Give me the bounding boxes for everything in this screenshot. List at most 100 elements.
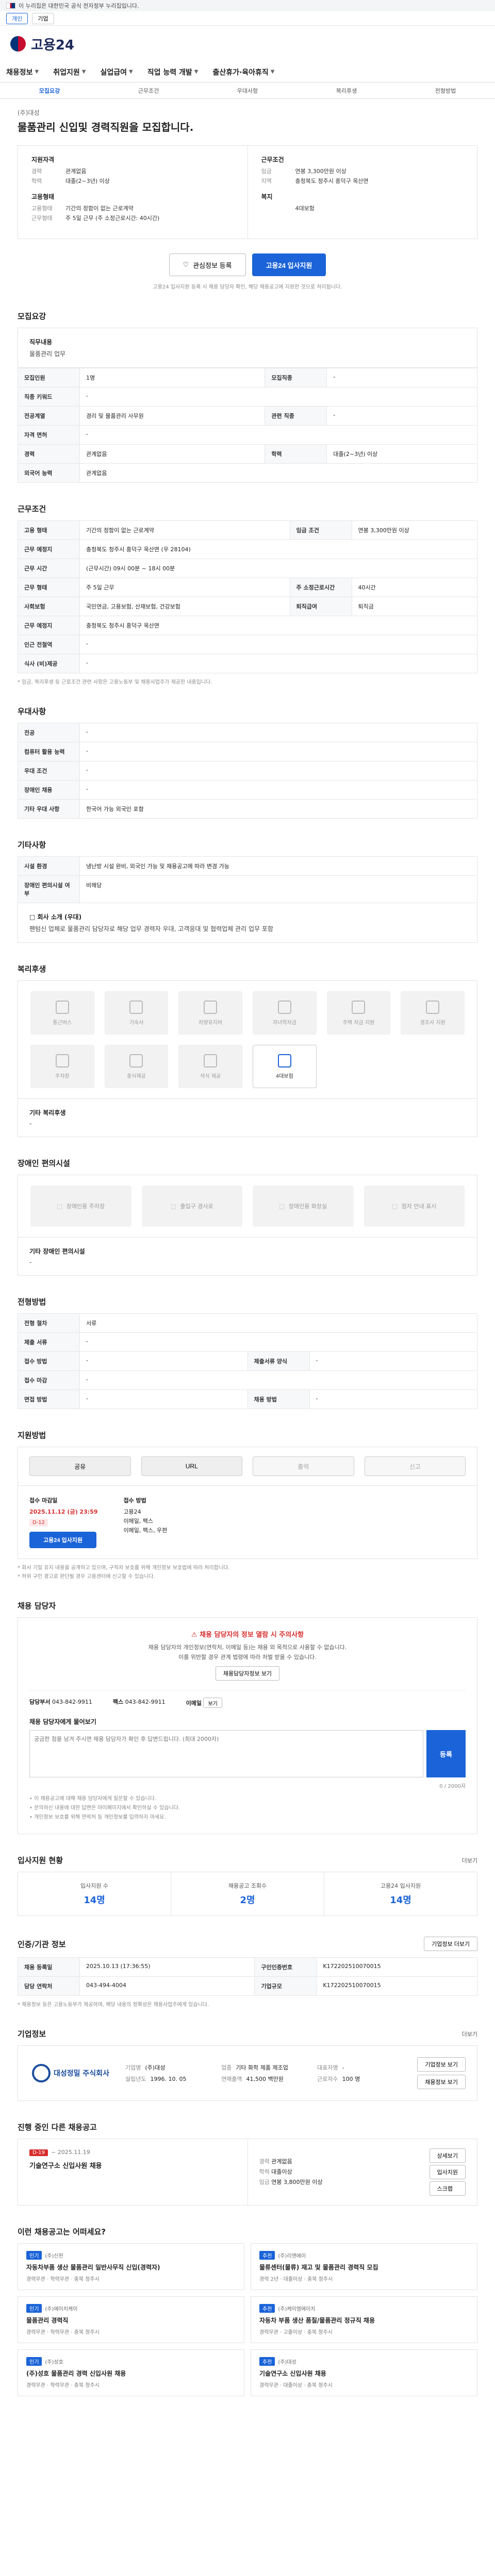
tab-pref[interactable]: 우대사항 — [237, 87, 258, 95]
view-contact-button[interactable]: 채용담당자정보 보기 — [215, 1666, 280, 1681]
company-row: 기업명 (주)대성 — [125, 2063, 212, 2072]
recruit-table: 모집인원 1명 모집직종 - 직종 키워드 - 전공계열 경리 및 물품관리 사무원 관련 … — [18, 368, 477, 483]
table-row: 장애인 편의시설 여부 비해당 — [18, 875, 477, 903]
ongoing-job-title[interactable]: 기술연구소 신입사원 채용 — [29, 2160, 236, 2170]
report-button[interactable]: 신고 — [364, 1456, 466, 1476]
tab-recruit[interactable]: 모집요강 — [39, 87, 60, 95]
company-row: 연매출액 41,500 백만원 — [221, 2075, 308, 2083]
ongoing-value: 대졸이상 — [271, 2168, 292, 2176]
reco-card[interactable]: 인기 (주)성호 (주)성호 물품관리 경력 신입사원 채용 경력무관 · 학력무관 … — [18, 2349, 244, 2396]
company-desc-box: □ 회사 소개 (우대) 팬텀신 업체로 물품관리 담당자로 해당 업무 경력자… — [18, 903, 477, 943]
scrap-label: 관심정보 등록 — [193, 261, 232, 269]
stat-number: 2명 — [240, 1895, 255, 1906]
table-row: 컴퓨터 활용 능력 - — [18, 742, 477, 761]
summary-value: 기간의 정함이 없는 근로계약 — [65, 205, 134, 212]
warning-icon: ⚠ — [191, 1631, 200, 1639]
reco-card[interactable]: 인기 (주)에이치케이 물품관리 경력직 경력무관 · 학력무관 · 충북 청주시 — [18, 2296, 244, 2343]
summary-row: 4대보험 — [261, 204, 464, 212]
table-value: - — [309, 1351, 477, 1371]
table-value: - — [326, 406, 477, 426]
footer-space — [18, 2396, 477, 2427]
main-nav: 채용정보 ▼ 취업지원 ▼ 실업급여 ▼ 직업 능력 개발 ▼ 출산휴가·육아휴직 ▼ — [0, 62, 495, 82]
stats-more-link[interactable]: 더보기 — [462, 1856, 477, 1865]
job-summary: 지원자격 경력 관계없음 학력 대졸(2~3년) 이상 고용형태 고용형태 기간의 정… — [18, 145, 477, 239]
summary-title: 고용형태 — [31, 193, 55, 200]
ongoing-scrap-button[interactable]: 스크랩 — [429, 2181, 466, 2196]
ongoing-detail-button[interactable]: 상세보기 — [429, 2148, 466, 2163]
table-key: 채용 등록일 — [18, 1957, 80, 1977]
company-value: 41,500 백만원 — [246, 2076, 284, 2082]
table-value: 비해당 — [79, 875, 477, 903]
table-key: 사회보험 — [18, 597, 80, 616]
reco-card[interactable]: 인기 (주)신한 자동차부품 생산 물품관리 일반사무직 신입(경력자) 경력무관 ·… — [18, 2243, 244, 2290]
view-email-button[interactable]: 보기 — [203, 1698, 222, 1708]
tab-welfare[interactable]: 복리후생 — [336, 87, 357, 95]
apply-button-2[interactable]: 고용24 입사지원 — [29, 1532, 97, 1548]
taegeuk-logo-icon[interactable] — [10, 36, 26, 52]
brand-header: 고용24 — [0, 26, 495, 62]
ask-submit-button[interactable]: 등록 — [426, 1730, 466, 1777]
screening-table: 전형 절차 서류 제출 서류 - 접수 방법 - 제출서류 양식 - 접수 마감 - 면접 … — [18, 1313, 477, 1409]
company-key: 설립년도 — [125, 2076, 146, 2082]
table-row: 사회보험 국민연금, 고용보험, 산재보험, 건강보험 퇴직급여 퇴직금 — [18, 597, 478, 616]
ongoing-value: 관계없음 — [271, 2158, 292, 2165]
company-info-button[interactable]: 기업정보 더보기 — [424, 1937, 477, 1951]
contact-section: 채용 담당자 ⚠ 채용 담당자의 정보 열람 시 주의사항 채용 담당자의 개인… — [18, 1600, 477, 1834]
apply-button[interactable]: 고용24 입사지원 — [252, 253, 326, 276]
reco-card[interactable]: 추천 (주)대성 기술연구소 신입사원 채용 경력무관 · 대졸이상 · 충북 청주시 — [251, 2349, 477, 2396]
business-button[interactable]: 기업 — [32, 12, 54, 24]
table-value: 대졸(2~3년) 이상 — [326, 444, 477, 464]
copy-url-button[interactable]: URL — [141, 1456, 242, 1476]
nav-item-unemployment[interactable]: 실업급여 ▼ — [100, 67, 133, 77]
summary-right: 근무조건 임금 연봉 3,300만원 이상 지역 충청북도 청주시 흥덕구 옥산면 … — [247, 146, 477, 239]
share-button[interactable]: 공유 — [29, 1456, 131, 1476]
section-head: 입사지원 현황 더보기 — [18, 1855, 477, 1866]
notice-line: 이를 위반할 경우 관계 법령에 따라 처벌 받을 수 있습니다. — [178, 1654, 317, 1660]
stats-section: 입사지원 현황 더보기 입사지원 수 14명 채용공고 조회수 2명 고용24 입사… — [18, 1855, 477, 1916]
table-key: 관련 직종 — [265, 406, 327, 426]
ask-input[interactable] — [29, 1730, 423, 1777]
disability-item: ⬚ 장애인용 주차장 — [30, 1185, 131, 1227]
table-row: 전공 - — [18, 723, 477, 742]
welfare-label: 주택 자금 지원 — [342, 1020, 375, 1026]
nav-item-support[interactable]: 취업지원 ▼ — [53, 67, 86, 77]
car-icon — [204, 1000, 218, 1014]
company-more-link[interactable]: 더보기 — [462, 2030, 477, 2038]
scrap-button[interactable]: ♡ 관심정보 등록 — [169, 253, 246, 276]
ongoing-row: 임금 연봉 3,800만원 이상 — [259, 2177, 419, 2188]
table-value: 연봉 3,300만원 이상 — [351, 520, 478, 540]
company-value: 1996. 10. 05 — [150, 2076, 187, 2082]
personal-button[interactable]: 개인 — [6, 12, 28, 24]
nav-item-jobs[interactable]: 채용정보 ▼ — [6, 67, 39, 77]
brand-name[interactable]: 고용24 — [31, 35, 74, 54]
disability-label: 장애인용 화장실 — [288, 1203, 327, 1210]
tab-work[interactable]: 근무조건 — [138, 87, 159, 95]
company-logo: 대성정밀 주식회사 — [29, 2058, 112, 2089]
summary-left: 지원자격 경력 관계없음 학력 대졸(2~3년) 이상 고용형태 고용형태 기간의 정… — [18, 146, 248, 239]
contact-notice: ⚠ 채용 담당자의 정보 열람 시 주의사항 채용 담당자의 개인정보(연락처,… — [29, 1629, 466, 1681]
ongoing-buttons: 상세보기 입사지원 스크랩 — [429, 2148, 466, 2196]
table-value: 국민연금, 고용보험, 산재보험, 건강보험 — [79, 597, 290, 616]
table-row: 채용 등록일 2025.10.13 (17:36:55) 구인인증번호 K172202… — [18, 1957, 477, 1977]
company-jobs-button[interactable]: 채용정보 보기 — [417, 2075, 466, 2089]
company-view-button[interactable]: 기업정보 보기 — [417, 2057, 466, 2072]
section-title: 근무조건 — [18, 504, 46, 514]
print-button[interactable]: 출력 — [253, 1456, 354, 1476]
bullet-item: • 문의하신 내용에 대한 답변은 마이페이지에서 확인하실 수 있습니다. — [29, 1805, 180, 1811]
company-name[interactable]: (주)대성 — [18, 108, 477, 117]
nav-item-leave[interactable]: 출산휴가·육아휴직 ▼ — [212, 67, 274, 77]
summary-value: 4대보험 — [295, 205, 315, 212]
ongoing-apply-button[interactable]: 입사지원 — [429, 2165, 466, 2179]
reco-company: 인기 (주)에이치케이 — [26, 2304, 236, 2313]
welfare-item: 통근버스 — [30, 991, 94, 1035]
notice-line: 채용 담당자의 개인정보(연락처, 이메일 등)는 채용 외 목적으로 사용할 … — [148, 1644, 347, 1651]
reco-card[interactable]: 추천 (주)리앤에이 물류센터(물류) 재고 및 물품관리 경력직 모집 경력 2년 … — [251, 2243, 477, 2290]
contact-item: 담당부서 043-842-9911 — [29, 1698, 92, 1708]
nav-item-training[interactable]: 직업 능력 개발 ▼ — [147, 67, 199, 77]
tab-screening[interactable]: 전형방법 — [435, 87, 456, 95]
table-row: 담당 연락처 043-494-4004 기업규모 K172202510070015 — [18, 1976, 477, 1996]
reco-card[interactable]: 추천 (주)케이엠에이치 자동차 부품 생산 품질/물품관리 정규직 채용 경력무관 … — [251, 2296, 477, 2343]
table-value: 043-494-4004 — [79, 1976, 255, 1996]
disability-note-title: 기타 장애인 편의시설 — [29, 1248, 85, 1255]
ongoing-key: 임금 — [259, 2178, 270, 2185]
